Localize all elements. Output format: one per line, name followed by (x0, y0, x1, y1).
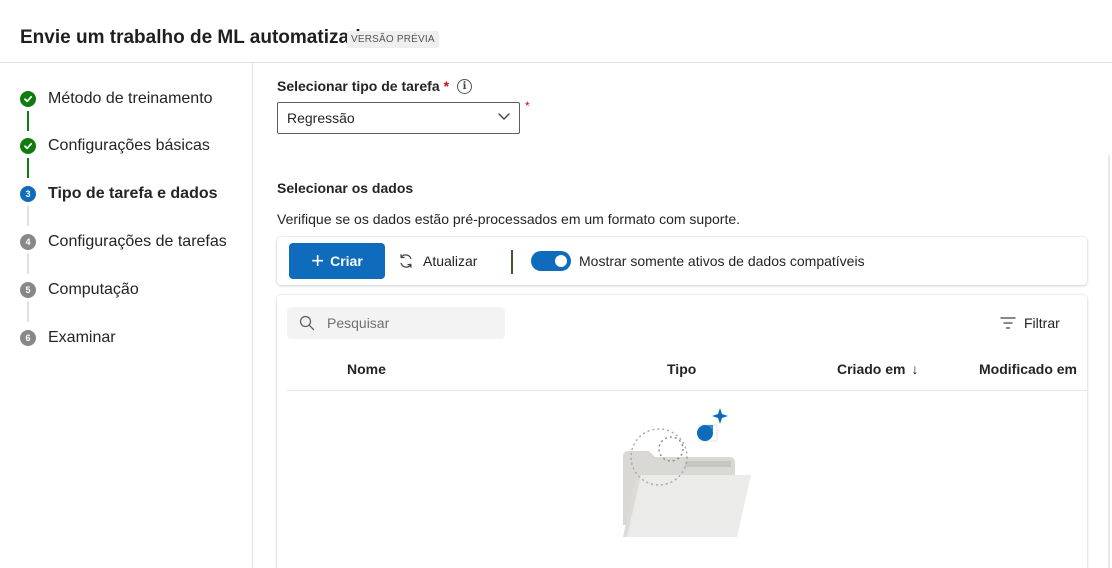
preview-badge: VERSÃO PRÉVIA (347, 31, 439, 48)
create-button[interactable]: + Criar (289, 243, 385, 279)
create-button-label: Criar (330, 253, 363, 269)
step-label: Computação (48, 281, 139, 298)
column-header-created-label: Criado em (837, 361, 906, 377)
step-number-icon: 5 (20, 282, 36, 298)
plus-icon: + (311, 248, 325, 273)
chevron-down-icon (498, 113, 510, 120)
column-header-modified[interactable]: Modificado em (979, 361, 1077, 377)
step-basic-settings[interactable]: Configurações básicas (20, 134, 210, 158)
toggle-knob (555, 255, 567, 267)
required-marker: * (443, 78, 450, 94)
task-type-dropdown[interactable]: Regressão (277, 102, 520, 134)
step-label: Tipo de tarefa e dados (48, 185, 218, 202)
page-title: Envie um trabalho de ML automatizado (20, 27, 373, 48)
info-icon[interactable]: i (457, 78, 473, 94)
task-type-label-text: Selecionar tipo de tarefa (277, 78, 440, 94)
data-toolbar: + Criar Atualizar Mostrar somente ativos… (277, 237, 1087, 285)
refresh-button[interactable]: Atualizar (397, 243, 477, 279)
data-section-description: Verifique se os dados estão pré-processa… (277, 211, 741, 227)
step-label: Método de treinamento (48, 90, 213, 107)
required-marker: * (525, 99, 530, 113)
step-number-icon: 6 (20, 330, 36, 346)
step-label: Configurações básicas (48, 137, 210, 154)
step-compute[interactable]: 5 Computação (20, 278, 139, 302)
step-connector (27, 302, 29, 322)
step-connector (27, 111, 29, 131)
column-header-created[interactable]: Criado em ↓ (837, 361, 918, 377)
sort-down-icon: ↓ (911, 361, 919, 377)
refresh-button-label: Atualizar (423, 253, 478, 269)
task-type-selected-value: Regressão (287, 110, 355, 126)
filter-label: Filtrar (1024, 315, 1060, 331)
step-training-method[interactable]: Método de treinamento (20, 87, 213, 111)
page-header: Envie um trabalho de ML automatizado VER… (0, 0, 1112, 63)
refresh-icon (400, 254, 412, 268)
wizard-sidebar: Método de treinamento Configurações bási… (0, 63, 253, 568)
check-icon (20, 138, 36, 154)
step-review[interactable]: 6 Examinar (20, 326, 116, 350)
data-assets-table: Filtrar Nome Tipo Criado em ↓ Modificado… (277, 295, 1087, 568)
step-connector (27, 254, 29, 274)
step-task-settings[interactable]: 4 Configurações de tarefas (20, 230, 227, 254)
filter-icon (1000, 317, 1016, 329)
column-header-name[interactable]: Nome (347, 361, 386, 377)
empty-folder-illustration (623, 408, 751, 537)
step-number-icon: 4 (20, 234, 36, 250)
step-task-type-data[interactable]: 3 Tipo de tarefa e dados (20, 182, 218, 206)
toolbar-divider (511, 250, 513, 274)
compatible-assets-toggle[interactable] (531, 251, 571, 271)
header-divider (287, 390, 1087, 391)
step-label: Examinar (48, 329, 116, 346)
search-box[interactable] (287, 307, 505, 339)
search-icon (299, 315, 315, 331)
filter-button[interactable]: Filtrar (1000, 315, 1060, 331)
task-type-label: Selecionar tipo de tarefa * i (277, 78, 473, 94)
data-section-title: Selecionar os dados (277, 180, 414, 196)
step-label: Configurações de tarefas (48, 233, 227, 250)
column-header-type[interactable]: Tipo (667, 361, 696, 377)
toggle-label: Mostrar somente ativos de dados compatív… (579, 253, 865, 269)
scrollbar[interactable] (1108, 155, 1110, 568)
step-connector (27, 206, 29, 226)
search-input[interactable] (327, 315, 487, 331)
check-icon (20, 91, 36, 107)
step-number-icon: 3 (20, 186, 36, 202)
step-connector (27, 158, 29, 178)
